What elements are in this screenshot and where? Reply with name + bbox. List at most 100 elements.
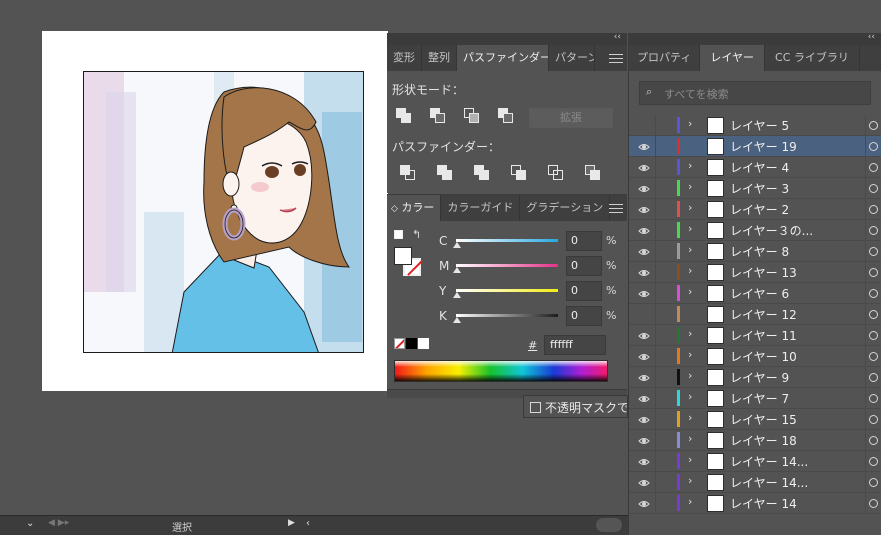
chevron-right-icon[interactable]: › <box>688 453 692 466</box>
layer-name[interactable]: レイヤー 19 <box>730 138 797 155</box>
layer-name[interactable]: レイヤー 8 <box>730 243 789 260</box>
layer-row[interactable]: › レイヤー 13 <box>629 262 881 283</box>
layer-row[interactable]: › レイヤー 3 <box>629 178 881 199</box>
eye-icon[interactable] <box>638 498 650 508</box>
cyan-thumb[interactable] <box>453 242 461 248</box>
chevron-down-icon[interactable]: ⌄ <box>26 518 34 529</box>
pathfinder-menu-icon[interactable] <box>609 54 623 64</box>
layer-name[interactable]: レイヤー 5 <box>730 117 789 134</box>
target-circle-icon[interactable] <box>869 352 878 361</box>
black-slider[interactable]: K 0 % <box>439 306 616 328</box>
eye-icon[interactable] <box>638 183 650 193</box>
eye-icon[interactable] <box>638 141 650 151</box>
tab-align[interactable]: 整列 <box>422 45 457 71</box>
target-circle-icon[interactable] <box>869 163 878 172</box>
eye-icon[interactable] <box>638 456 650 466</box>
none-swatch-icon[interactable] <box>394 338 405 349</box>
tab-color[interactable]: ◇ カラー <box>387 195 442 221</box>
chevron-right-icon[interactable]: › <box>688 117 692 130</box>
chevron-right-icon[interactable]: › <box>688 243 692 256</box>
layer-row[interactable]: › レイヤー 8 <box>629 241 881 262</box>
cyan-slider[interactable]: C 0 % <box>439 231 616 253</box>
layer-name[interactable]: レイヤー 2 <box>730 201 789 218</box>
scroll-left-icon[interactable]: ‹ <box>306 518 310 529</box>
black-swatch[interactable] <box>406 338 417 349</box>
previous-artboard-icon[interactable]: ◀ ▶▸ <box>48 518 69 528</box>
cyan-value-input[interactable]: 0 <box>566 231 602 251</box>
default-colors-icon[interactable] <box>394 230 403 239</box>
yellow-track[interactable] <box>456 289 558 292</box>
chevron-right-icon[interactable]: › <box>688 474 692 487</box>
intersect-icon[interactable] <box>464 108 484 128</box>
chevron-right-icon[interactable]: › <box>688 222 692 235</box>
layer-name[interactable]: レイヤー 15 <box>730 411 797 428</box>
swap-colors-icon[interactable]: ↰ <box>412 228 421 241</box>
layer-row[interactable]: › レイヤー 2 <box>629 199 881 220</box>
chevron-right-icon[interactable]: › <box>688 348 692 361</box>
hex-input[interactable]: ffffff <box>544 335 606 355</box>
layer-row[interactable]: レイヤー 19 <box>629 136 881 157</box>
layer-name[interactable]: レイヤー 11 <box>730 327 797 344</box>
layer-row[interactable]: › レイヤー 7 <box>629 388 881 409</box>
exclude-icon[interactable] <box>498 108 518 128</box>
layer-name[interactable]: レイヤー 14... <box>730 453 808 470</box>
eye-icon[interactable] <box>638 351 650 361</box>
eye-icon[interactable] <box>638 204 650 214</box>
tab-pathfinder[interactable]: パスファインダー <box>457 45 549 71</box>
color-spectrum[interactable] <box>394 360 608 382</box>
target-circle-icon[interactable] <box>869 205 878 214</box>
tab-layers[interactable]: レイヤー <box>700 45 766 71</box>
target-circle-icon[interactable] <box>869 457 878 466</box>
black-value-input[interactable]: 0 <box>566 306 602 326</box>
magenta-track[interactable] <box>456 264 558 267</box>
layer-row[interactable]: › レイヤー 15 <box>629 409 881 430</box>
chevron-right-icon[interactable]: › <box>688 201 692 214</box>
target-circle-icon[interactable] <box>869 310 878 319</box>
color-menu-icon[interactable] <box>609 204 623 214</box>
target-circle-icon[interactable] <box>869 394 878 403</box>
eye-icon[interactable] <box>638 435 650 445</box>
tab-transform[interactable]: 変形 <box>387 45 422 71</box>
divide-icon[interactable] <box>400 165 420 185</box>
eye-icon[interactable] <box>638 477 650 487</box>
layer-row[interactable]: › レイヤー３の... <box>629 220 881 241</box>
chevron-right-icon[interactable]: › <box>688 327 692 340</box>
layer-name[interactable]: レイヤー３の... <box>730 222 813 239</box>
layer-name[interactable]: レイヤー 13 <box>730 264 797 281</box>
minus-back-icon[interactable] <box>585 165 605 185</box>
target-circle-icon[interactable] <box>869 415 878 424</box>
target-circle-icon[interactable] <box>869 499 878 508</box>
yellow-thumb[interactable] <box>453 292 461 298</box>
layer-row[interactable]: レイヤー 12 <box>629 304 881 325</box>
target-circle-icon[interactable] <box>869 121 878 130</box>
layer-name[interactable]: レイヤー 3 <box>730 180 789 197</box>
layer-row[interactable]: › レイヤー 14... <box>629 472 881 493</box>
target-circle-icon[interactable] <box>869 436 878 445</box>
chevron-right-icon[interactable]: › <box>688 180 692 193</box>
illustration-artwork[interactable] <box>83 71 364 353</box>
magenta-thumb[interactable] <box>453 267 461 273</box>
tab-properties[interactable]: プロパティ <box>629 45 701 71</box>
play-icon[interactable]: ▶ <box>288 518 295 528</box>
layer-row[interactable]: › レイヤー 4 <box>629 157 881 178</box>
eye-icon[interactable] <box>638 288 650 298</box>
black-thumb[interactable] <box>453 317 461 323</box>
horizontal-scrollbar-thumb[interactable] <box>596 518 622 532</box>
tab-cc-libraries[interactable]: CC ライブラリ <box>765 45 860 71</box>
chevron-right-icon[interactable]: › <box>688 264 692 277</box>
layer-name[interactable]: レイヤー 12 <box>730 306 797 323</box>
layers-collapse-strip[interactable]: ‹‹ <box>628 32 881 45</box>
merge-icon[interactable] <box>474 165 494 185</box>
chevron-right-icon[interactable]: › <box>688 369 692 382</box>
eye-icon[interactable] <box>638 330 650 340</box>
fill-swatch[interactable] <box>394 247 412 265</box>
target-circle-icon[interactable] <box>869 268 878 277</box>
layer-row[interactable]: › レイヤー 14... <box>629 451 881 472</box>
layer-row[interactable]: › レイヤー 18 <box>629 430 881 451</box>
panel-collapse-strip[interactable]: ‹‹ <box>387 32 627 45</box>
chevron-right-icon[interactable]: › <box>688 285 692 298</box>
layer-row[interactable]: › レイヤー 10 <box>629 346 881 367</box>
cyan-track[interactable] <box>456 239 558 242</box>
chevron-right-icon[interactable]: › <box>688 390 692 403</box>
magenta-value-input[interactable]: 0 <box>566 256 602 276</box>
